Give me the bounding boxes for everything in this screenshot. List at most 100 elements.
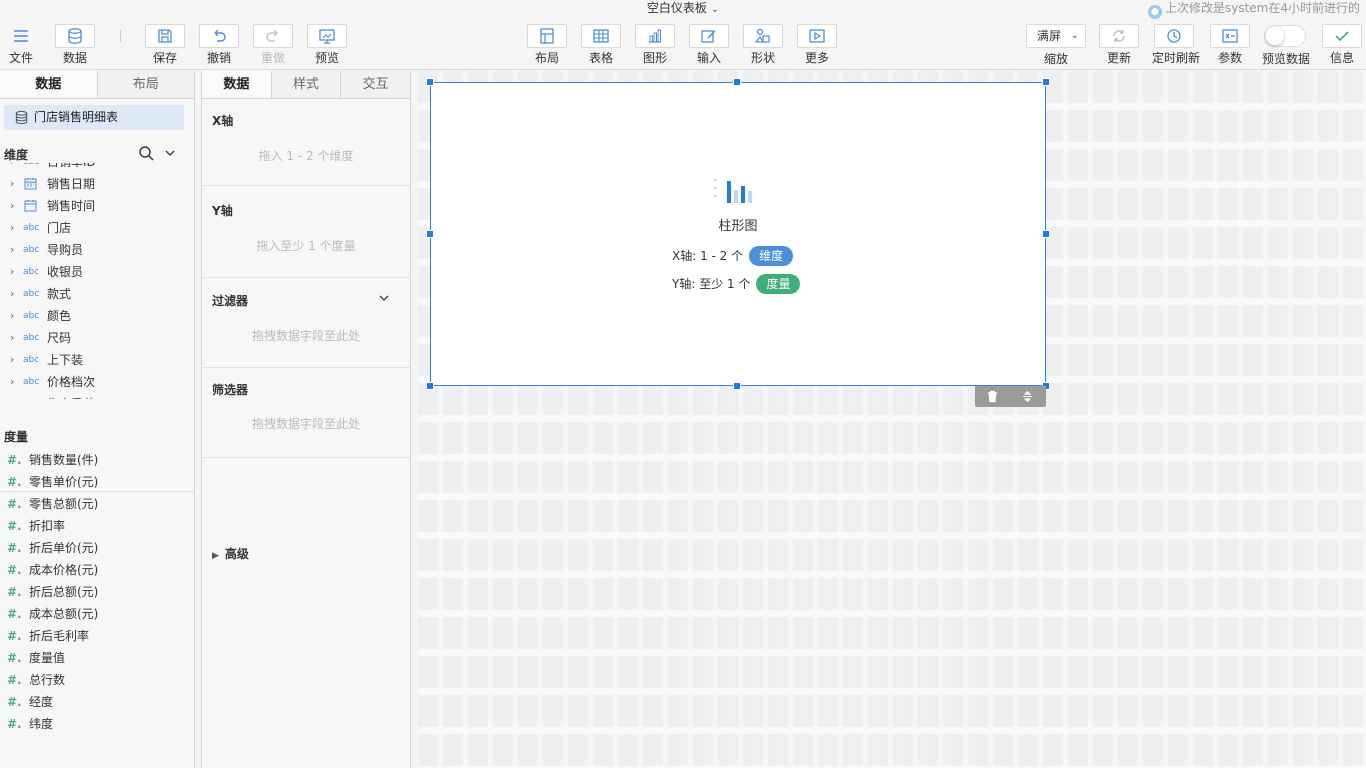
measure-item[interactable]: #. 零售总额(元) [0,493,194,515]
tab-prop-data[interactable]: 数据 [202,71,271,98]
measure-item[interactable]: #. 成本价格(元) [0,559,194,581]
x-axis-dropzone[interactable]: 拖入 1 - 2 个维度 [202,147,410,164]
chevron-right-icon[interactable]: › [10,239,14,261]
left-tabs: 数据 布局 [0,71,194,99]
layout-icon [527,24,567,48]
measure-item[interactable]: #. 总行数 [0,669,194,691]
data-button[interactable]: 数据 [53,24,97,68]
dimension-name: 销售日期 [47,177,96,191]
resize-handle-nw[interactable] [426,78,434,86]
dimension-item[interactable]: › 销售日期 [0,173,194,195]
more-button[interactable]: 更多 [795,24,839,68]
more-icon [797,24,837,48]
resize-handle-ne[interactable] [1042,78,1050,86]
measure-item[interactable]: #. 度量值 [0,647,194,669]
dimension-item[interactable]: › abc 尺码 [0,327,194,349]
last-modified-text: 上次修改是system在4小时前进行的 [1164,1,1360,15]
table-button[interactable]: 表格 [579,24,623,68]
search-icon[interactable] [138,145,154,161]
chevron-right-icon[interactable]: › [10,283,14,305]
measure-item[interactable]: #. 销售数量(件) [0,449,194,471]
dimension-item[interactable]: › abc 日销单ID [0,163,194,173]
selector-dropzone[interactable]: 拖拽数据字段至此处 [202,415,410,432]
measure-item[interactable]: #. 折后毛利率 [0,625,194,647]
preview-data-toggle[interactable] [1264,25,1306,47]
chevron-right-icon[interactable]: › [10,217,14,239]
dimension-item[interactable]: › abc 款式 [0,283,194,305]
info-button[interactable]: 信息 [1320,24,1364,68]
tab-style[interactable]: 样式 [270,71,341,98]
preview-data-label: 预览数据 [1261,52,1310,66]
redo-button[interactable]: 重做 [251,24,295,68]
resize-handle-w[interactable] [426,230,434,238]
measure-item[interactable]: #. 纬度 [0,713,194,735]
zoom-value: 满屏 [1037,29,1062,43]
save-button[interactable]: 保存 [143,24,187,68]
chevron-right-icon[interactable]: › [10,327,14,349]
refresh-button[interactable]: 更新 [1097,24,1141,68]
dimension-item[interactable]: › abc 导购员 [0,239,194,261]
undo-button[interactable]: 撤销 [197,24,241,68]
dimension-list: ›abc日销单ID›销售日期›销售时间›abc门店›abc导购员›abc收银员›… [0,163,194,399]
dimension-item[interactable]: › abc 价格档次 [0,371,194,393]
tab-layout[interactable]: 布局 [97,71,194,98]
dimension-item[interactable]: › abc 颜色 [0,305,194,327]
hash-icon: #. [7,563,22,577]
dimension-header: 维度 [4,148,29,162]
measure-item[interactable]: #. 折后单价(元) [0,537,194,559]
dimension-pill: 维度 [749,246,794,266]
chevron-right-icon[interactable]: › [10,349,14,371]
dimension-item[interactable]: › 销售时间 [0,195,194,217]
advanced-toggle[interactable]: ▶ 高级 [212,545,249,562]
chevron-right-icon[interactable]: › [10,305,14,327]
measure-item[interactable]: #. 折后总额(元) [0,581,194,603]
measure-item[interactable]: #. 零售单价(元) [0,471,194,493]
dataset-name: 门店销售明细表 [34,110,119,124]
tab-data[interactable]: 数据 [0,71,98,98]
chevron-right-icon[interactable]: › [10,261,14,283]
dimension-item[interactable]: › abc 收银员 [0,261,194,283]
dimension-item[interactable]: › abc 门店 [0,217,194,239]
params-button[interactable]: 参数 [1208,24,1252,68]
bar-chart-icon [635,24,675,48]
resize-handle-sw[interactable] [426,382,434,390]
chevron-down-icon[interactable] [378,292,390,304]
measure-name: 折后总额(元) [29,585,99,599]
chevron-right-icon[interactable]: › [10,393,14,399]
timed-refresh-button[interactable]: 定时刷新 [1152,24,1200,68]
layout-button[interactable]: 布局 [525,24,569,68]
tab-interaction[interactable]: 交互 [340,71,411,98]
dimension-item[interactable]: › abc 上下装 [0,349,194,371]
measure-name: 成本总额(元) [29,607,99,621]
resize-handle-n[interactable] [733,78,741,86]
chart-button[interactable]: 图形 [633,24,677,68]
dataset-item[interactable]: 门店销售明细表 [4,105,184,130]
filter-dropzone[interactable]: 拖拽数据字段至此处 [202,327,410,344]
preview-button[interactable]: 预览 [305,24,349,68]
shape-button[interactable]: 形状 [741,24,785,68]
measure-item[interactable]: #. 折扣率 [0,515,194,537]
file-button[interactable]: 文件 [0,24,43,68]
chevron-right-icon[interactable]: › [10,371,14,393]
chevron-right-icon[interactable]: › [10,163,14,173]
chevron-right-icon[interactable]: › [10,173,14,195]
resize-handle-e[interactable] [1042,230,1050,238]
zoom-select[interactable]: 满屏 ⌄ [1026,24,1086,48]
measure-item[interactable]: #. 经度 [0,691,194,713]
measure-name: 纬度 [29,717,54,731]
move-layer-icon[interactable] [1021,390,1034,403]
measure-item[interactable]: #. 成本总额(元) [0,603,194,625]
trash-icon[interactable] [986,390,999,403]
data-label: 数据 [62,51,87,65]
dimension-item[interactable]: › abc 生产季节 [0,393,194,399]
y-axis-dropzone[interactable]: 拖入至少 1 个度量 [202,237,410,254]
bar-chart-widget[interactable]: 柱形图 X轴: 1 - 2 个维度 Y轴: 至少 1 个度量 [430,82,1046,386]
info-label: 信息 [1329,51,1354,65]
chevron-down-icon: ⌄ [1070,30,1079,41]
resize-handle-s[interactable] [733,382,741,390]
chevron-right-icon[interactable]: › [10,195,14,217]
input-button[interactable]: 输入 [687,24,731,68]
dimension-name: 款式 [47,287,72,301]
hash-icon: #. [7,717,22,731]
chevron-down-icon[interactable] [164,147,176,159]
